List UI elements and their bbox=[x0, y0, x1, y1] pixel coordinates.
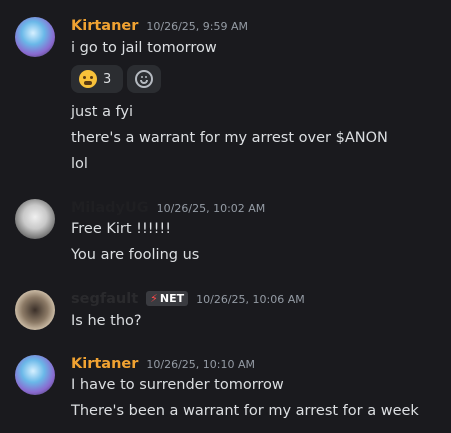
add-reaction-button[interactable] bbox=[127, 65, 161, 93]
username[interactable]: MiladyUG bbox=[71, 200, 149, 216]
message-header: Kirtaner 10/26/25, 10:10 AM bbox=[71, 356, 255, 372]
message-text: there's a warrant for my arrest over $AN… bbox=[71, 130, 388, 146]
timestamp: 10/26/25, 10:10 AM bbox=[146, 358, 255, 371]
message-text: i go to jail tomorrow bbox=[71, 40, 217, 56]
reaction-weary-face[interactable]: 3 bbox=[71, 65, 123, 93]
avatar[interactable] bbox=[15, 17, 55, 57]
avatar[interactable] bbox=[15, 290, 55, 330]
message-header: segfault ⚡ NET 10/26/25, 10:06 AM bbox=[71, 291, 305, 307]
message-text: lol bbox=[71, 156, 88, 172]
username[interactable]: Kirtaner bbox=[71, 18, 138, 34]
avatar[interactable] bbox=[15, 355, 55, 395]
message-header: Kirtaner 10/26/25, 9:59 AM bbox=[71, 18, 248, 34]
avatar[interactable] bbox=[15, 199, 55, 239]
message-text: Free Kirt !!!!!! bbox=[71, 221, 172, 237]
server-tag[interactable]: ⚡ NET bbox=[146, 291, 189, 306]
message-text: Is he tho? bbox=[71, 313, 142, 329]
message-text: I have to surrender tomorrow bbox=[71, 377, 284, 393]
message-text: just a fyi bbox=[71, 104, 134, 120]
message-header: MiladyUG 10/26/25, 10:02 AM bbox=[71, 200, 265, 216]
reaction-count: 3 bbox=[103, 71, 112, 87]
username[interactable]: Kirtaner bbox=[71, 356, 138, 372]
reactions-bar: 3 bbox=[71, 65, 161, 93]
username[interactable]: segfault bbox=[71, 291, 138, 307]
add-reaction-icon bbox=[135, 70, 153, 88]
timestamp: 10/26/25, 10:06 AM bbox=[196, 293, 305, 306]
message-text: There's been a warrant for my arrest for… bbox=[71, 403, 419, 419]
server-tag-label: NET bbox=[159, 292, 185, 305]
timestamp: 10/26/25, 10:02 AM bbox=[156, 202, 266, 215]
weary-face-icon bbox=[79, 70, 97, 88]
timestamp: 10/26/25, 9:59 AM bbox=[146, 20, 249, 33]
lightning-icon: ⚡ bbox=[150, 292, 158, 305]
message-text: You are fooling us bbox=[71, 247, 200, 263]
